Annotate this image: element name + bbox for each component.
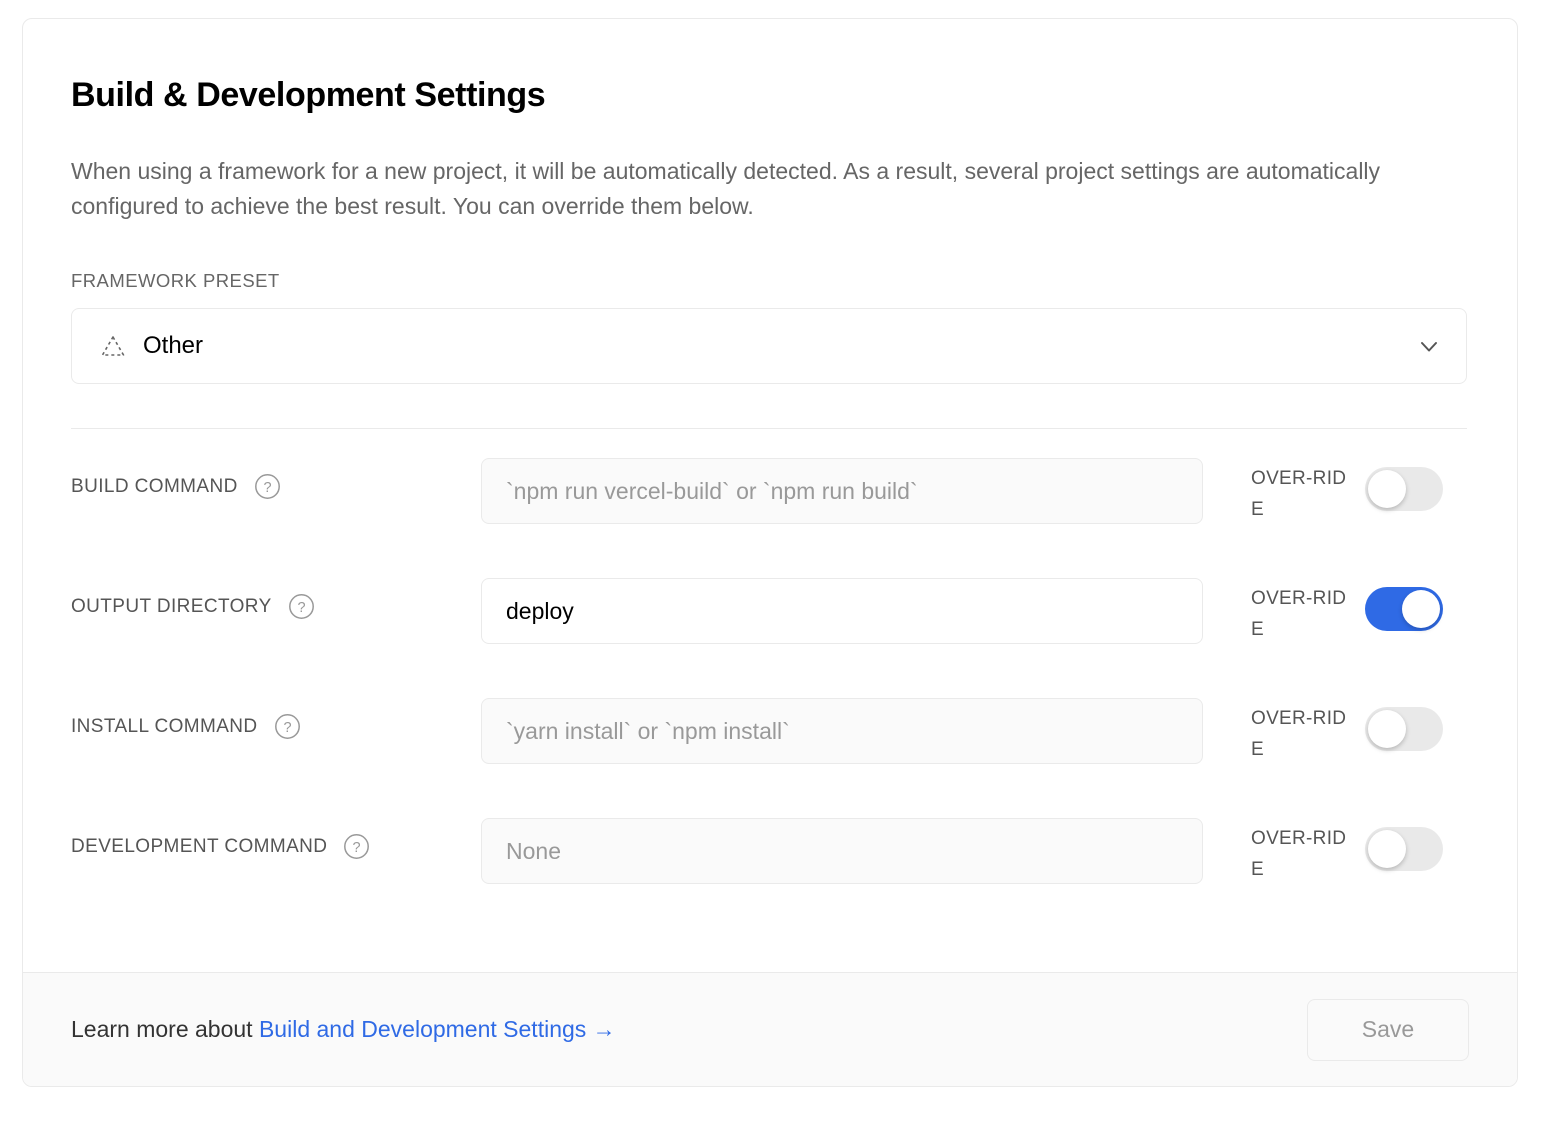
override-label: OVER-RIDE	[1251, 828, 1347, 881]
framework-preset-value: Other	[143, 332, 204, 360]
chevron-down-icon[interactable]	[1416, 333, 1442, 359]
build-command-override-toggle[interactable]	[1365, 467, 1443, 512]
row-label-text: BUILD COMMAND	[71, 475, 238, 497]
save-button[interactable]: Save	[1307, 998, 1469, 1061]
development-command-input[interactable]	[481, 818, 1203, 885]
row-input-wrap	[481, 693, 1203, 765]
row-input-wrap	[481, 453, 1203, 525]
framework-preset-select[interactable]: Other	[71, 308, 1467, 385]
override-rows: BUILD COMMAND ? OVER-RIDE	[71, 453, 1469, 933]
row-input-wrap	[481, 813, 1203, 885]
page-root: Build & Development Settings When using …	[0, 0, 1568, 1146]
output-directory-input[interactable]	[481, 578, 1203, 645]
svg-text:?: ?	[297, 600, 305, 616]
output-directory-override-toggle[interactable]	[1365, 587, 1443, 632]
toggle-knob	[1402, 590, 1440, 629]
svg-text:?: ?	[263, 480, 271, 496]
row-override-build-command: OVER-RIDE	[1203, 453, 1469, 526]
svg-text:?: ?	[283, 720, 291, 736]
arrow-right-icon: →	[592, 1016, 616, 1042]
row-label-output-directory: OUTPUT DIRECTORY ?	[71, 573, 481, 620]
build-development-settings-card: Build & Development Settings When using …	[22, 18, 1518, 1087]
framework-preset-select-content: Other	[100, 332, 1416, 360]
question-mark-circle-icon[interactable]: ?	[274, 713, 301, 740]
override-label: OVER-RIDE	[1251, 708, 1347, 761]
page-title: Build & Development Settings	[71, 76, 546, 114]
table-row: DEVELOPMENT COMMAND ? OVER-RIDE	[71, 813, 1469, 933]
table-row: INSTALL COMMAND ? OVER-RIDE	[71, 693, 1469, 813]
section-divider	[71, 428, 1467, 430]
build-and-development-settings-link[interactable]: Build and Development Settings	[259, 1016, 586, 1042]
footer-learn-more: Learn more about Build and Development S…	[71, 1016, 616, 1043]
row-label-install-command: INSTALL COMMAND ?	[71, 693, 481, 740]
install-command-input[interactable]	[481, 698, 1203, 765]
row-label-text: DEVELOPMENT COMMAND	[71, 835, 328, 857]
svg-text:?: ?	[353, 840, 361, 856]
table-row: OUTPUT DIRECTORY ? OVER-RIDE	[71, 573, 1469, 693]
question-mark-circle-icon[interactable]: ?	[343, 833, 370, 860]
toggle-knob	[1368, 830, 1406, 869]
table-row: BUILD COMMAND ? OVER-RIDE	[71, 453, 1469, 573]
card-body: Build & Development Settings When using …	[23, 19, 1517, 972]
row-override-install-command: OVER-RIDE	[1203, 693, 1469, 766]
row-label-build-command: BUILD COMMAND ?	[71, 453, 481, 500]
override-label: OVER-RIDE	[1251, 468, 1347, 521]
override-label: OVER-RIDE	[1251, 588, 1347, 641]
card-footer: Learn more about Build and Development S…	[23, 972, 1517, 1086]
toggle-knob	[1368, 470, 1406, 509]
development-command-override-toggle[interactable]	[1365, 827, 1443, 872]
card-description: When using a framework for a new project…	[71, 158, 1381, 220]
build-command-input[interactable]	[481, 458, 1203, 525]
row-label-text: OUTPUT DIRECTORY	[71, 595, 272, 617]
question-mark-circle-icon[interactable]: ?	[254, 473, 281, 500]
dashed-triangle-icon	[100, 334, 126, 358]
framework-preset-label: FRAMEWORK PRESET	[71, 270, 280, 292]
row-label-development-command: DEVELOPMENT COMMAND ?	[71, 813, 481, 860]
toggle-knob	[1368, 710, 1406, 749]
footer-prefix: Learn more about	[71, 1016, 253, 1042]
row-override-output-directory: OVER-RIDE	[1203, 573, 1469, 646]
row-label-text: INSTALL COMMAND	[71, 715, 258, 737]
row-override-development-command: OVER-RIDE	[1203, 813, 1469, 886]
install-command-override-toggle[interactable]	[1365, 707, 1443, 752]
question-mark-circle-icon[interactable]: ?	[288, 593, 315, 620]
row-input-wrap	[481, 573, 1203, 645]
